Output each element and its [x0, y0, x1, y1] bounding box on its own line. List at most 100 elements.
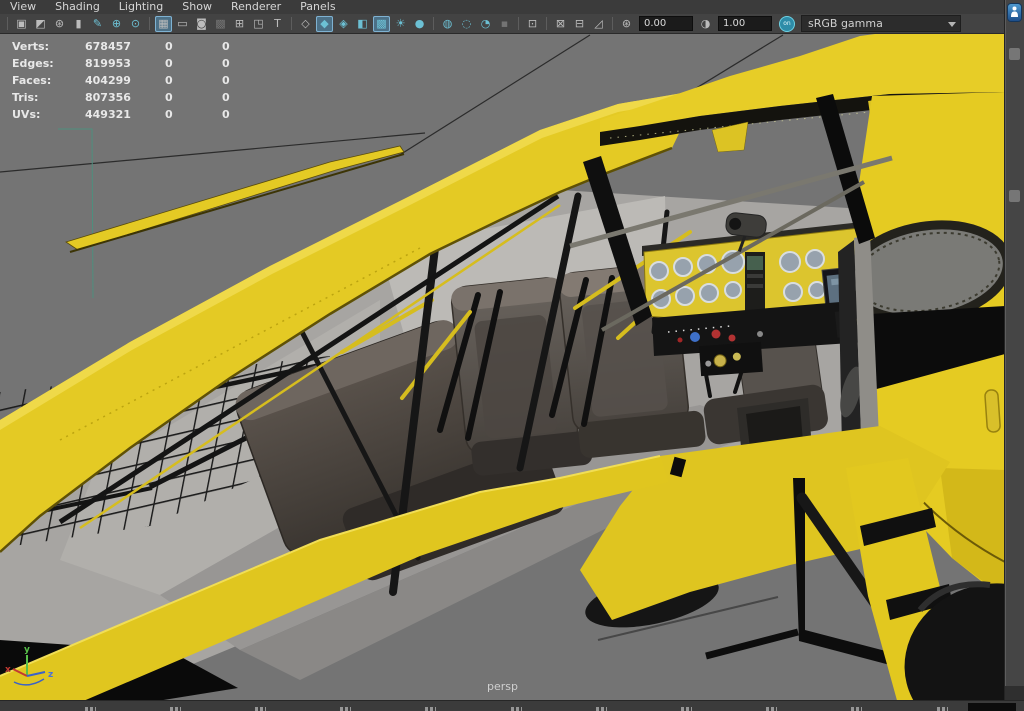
timeline-tick: [170, 707, 181, 711]
hud-row: Verts: 678457 0 0: [0, 38, 282, 55]
hud-value: 0: [222, 91, 230, 104]
timeline-tick: [937, 707, 948, 711]
timeline-tick: [766, 707, 777, 711]
contrast-field[interactable]: 1.00: [718, 16, 772, 31]
door-handle: [984, 389, 1001, 433]
viewport-toolbar: ▣ ◩ ⊛ ▮ ✎ ⊕ ⊙ ▦ ▭ ◙ ▩ ⊞ ◳ T ◇ ◆ ◈ ◧ ▩ ☀ …: [0, 14, 1005, 34]
image-plane-icon[interactable]: ⊠: [552, 16, 569, 32]
chevron-down-icon: [948, 22, 956, 27]
shaded-wireframe-icon[interactable]: ◈: [335, 16, 352, 32]
hud-row: Faces: 404299 0 0: [0, 72, 282, 89]
grid-icon[interactable]: ▦: [155, 15, 172, 32]
gamma-toggle[interactable]: on: [779, 15, 795, 32]
film-gate-icon[interactable]: ▭: [174, 16, 191, 32]
hud-value: 449321: [85, 108, 131, 121]
timeline-tick: [511, 707, 522, 711]
maya-viewport-window: View Shading Lighting Show Renderer Pane…: [0, 0, 1024, 711]
hud-value: 0: [222, 57, 230, 70]
timeline-tick: [340, 707, 351, 711]
hud-value: 0: [165, 57, 173, 70]
pan-zoom-icon[interactable]: ⊕: [108, 16, 125, 32]
hud-value: 0: [165, 74, 173, 87]
hud-row: UVs: 449321 0 0: [0, 106, 282, 123]
hud-value: 0: [165, 91, 173, 104]
gate-mask-icon[interactable]: ▩: [212, 16, 229, 32]
right-panel-strip[interactable]: [1004, 0, 1024, 700]
hud-value: 0: [165, 108, 173, 121]
anti-aliasing-icon[interactable]: ◔: [477, 16, 494, 32]
menu-show[interactable]: Show: [182, 0, 212, 14]
hud-value: 0: [165, 40, 173, 53]
hud-value: 0: [222, 40, 230, 53]
timeline-tick: [425, 707, 436, 711]
menu-view[interactable]: View: [10, 0, 36, 14]
toolbar-separator: [291, 17, 292, 30]
depth-of-field-icon[interactable]: ▪: [496, 16, 513, 32]
hud-label: Edges:: [12, 57, 54, 70]
timeline-tick: [681, 707, 692, 711]
hud-value: 807356: [85, 91, 131, 104]
toolbar-separator: [433, 17, 434, 30]
menu-lighting[interactable]: Lighting: [119, 0, 163, 14]
panel-tab[interactable]: [1009, 190, 1020, 202]
safe-action-icon[interactable]: ◳: [250, 16, 267, 32]
timeline-tick: [255, 707, 266, 711]
use-default-material-icon[interactable]: ▩: [373, 15, 390, 32]
character-icon[interactable]: [1008, 4, 1021, 21]
shaded-icon[interactable]: ◆: [316, 15, 333, 32]
sculpt-view-icon[interactable]: ⊙: [127, 16, 144, 32]
avionics-stack: [745, 252, 765, 316]
axis-z-label: z: [48, 670, 53, 680]
hud-value: 819953: [85, 57, 131, 70]
isolate-select-icon[interactable]: ⊡: [524, 16, 541, 32]
ambient-occlusion-icon[interactable]: ◍: [439, 16, 456, 32]
hud-label: Verts:: [12, 40, 50, 53]
perspective-viewport[interactable]: Verts: 678457 0 0 Edges: 819953 0 0 Face…: [0, 34, 1005, 700]
timeline-current-frame-box: [968, 703, 1016, 711]
textured-icon[interactable]: ◧: [354, 16, 371, 32]
motion-blur-icon[interactable]: ◌: [458, 16, 475, 32]
wireframe-icon[interactable]: ◇: [297, 16, 314, 32]
menu-panels[interactable]: Panels: [300, 0, 335, 14]
menu-shading[interactable]: Shading: [55, 0, 100, 14]
panel-tab[interactable]: [1009, 48, 1020, 60]
panel-footer: [1005, 686, 1024, 700]
hud-row: Tris: 807356 0 0: [0, 89, 282, 106]
camera-lock-icon[interactable]: ◩: [32, 16, 49, 32]
image-plane-toggle-icon[interactable]: ⊟: [571, 16, 588, 32]
hud-value: 0: [222, 108, 230, 121]
lighting-icon[interactable]: ☀: [392, 16, 409, 32]
hud-value: 404299: [85, 74, 131, 87]
grease-pencil-icon[interactable]: ✎: [89, 16, 106, 32]
toolbar-separator: [612, 17, 613, 30]
exposure-icon[interactable]: ⊛: [618, 16, 635, 32]
safe-title-icon[interactable]: T: [269, 16, 286, 32]
lower-console: [699, 341, 763, 377]
field-chart-icon[interactable]: ⊞: [231, 16, 248, 32]
hud-value: 678457: [85, 40, 131, 53]
resolution-gate-icon[interactable]: ◙: [193, 16, 210, 32]
timeline-tick: [851, 707, 862, 711]
contrast-icon[interactable]: ◑: [697, 16, 714, 32]
poly-count-hud: Verts: 678457 0 0 Edges: 819953 0 0 Face…: [0, 38, 282, 123]
hud-label: Tris:: [12, 91, 39, 104]
color-space-dropdown[interactable]: sRGB gamma: [801, 15, 961, 32]
hud-value: 0: [222, 74, 230, 87]
camera-attributes-icon[interactable]: ⊛: [51, 16, 68, 32]
hud-label: UVs:: [12, 108, 41, 121]
menu-renderer[interactable]: Renderer: [231, 0, 281, 14]
axis-x-label: x: [5, 665, 11, 675]
time-slider-strip[interactable]: [0, 700, 1024, 711]
shadows-icon[interactable]: ●: [411, 16, 428, 32]
toolbar-separator: [518, 17, 519, 30]
scene-aircraft-model: y x z: [0, 34, 1005, 700]
camera-icon[interactable]: ▣: [13, 16, 30, 32]
camera-name-label: persp: [487, 680, 518, 693]
toolbar-separator: [149, 17, 150, 30]
bookmark-icon[interactable]: ▮: [70, 16, 87, 32]
timeline-tick: [596, 707, 607, 711]
toolbar-separator: [546, 17, 547, 30]
exposure-field[interactable]: 0.00: [639, 16, 693, 31]
hud-row: Edges: 819953 0 0: [0, 55, 282, 72]
pane-resize-icon[interactable]: ◿: [590, 16, 607, 32]
